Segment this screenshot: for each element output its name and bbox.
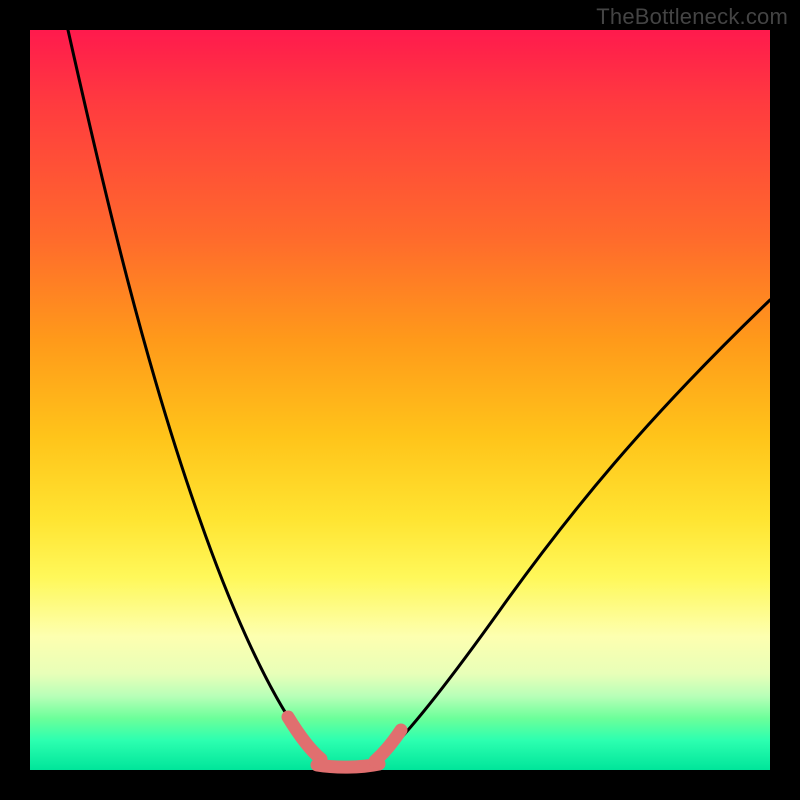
- outer-frame: TheBottleneck.com: [0, 0, 800, 800]
- chart-svg: [30, 30, 770, 770]
- highlight-right-knee: [375, 730, 401, 761]
- highlight-segments: [288, 717, 401, 767]
- watermark-text: TheBottleneck.com: [596, 4, 788, 30]
- curve-left-arm: [68, 30, 322, 759]
- bottleneck-curve: [68, 30, 770, 766]
- plot-area: [30, 30, 770, 770]
- highlight-left-knee: [288, 717, 321, 759]
- curve-right-arm: [378, 300, 770, 761]
